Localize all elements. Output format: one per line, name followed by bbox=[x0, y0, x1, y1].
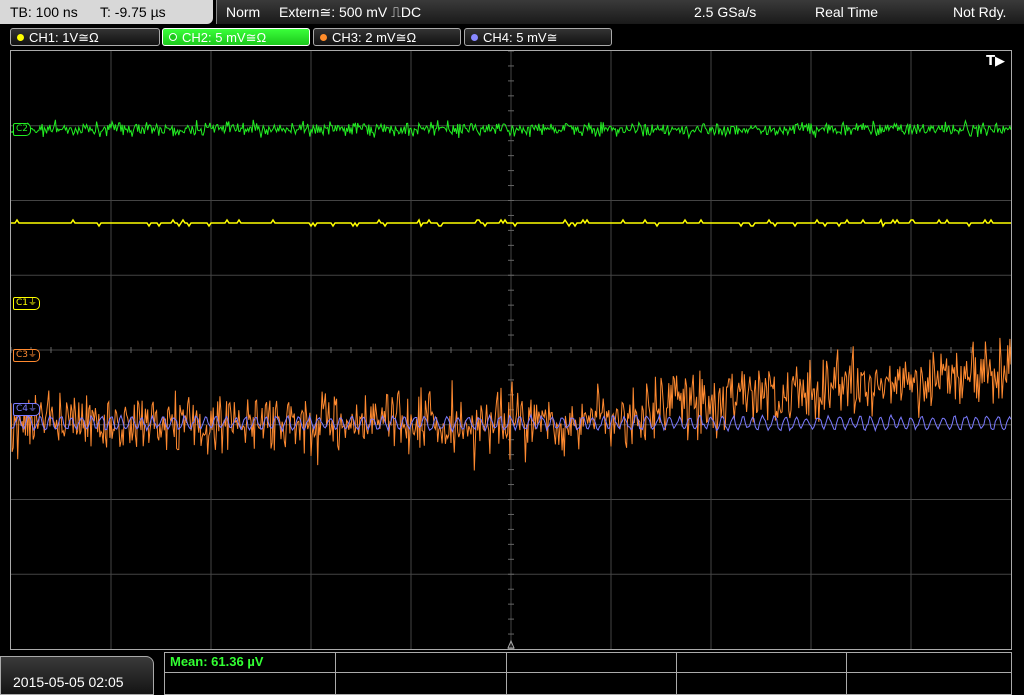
mean-measurement: Mean: 61.36 µV bbox=[170, 654, 264, 669]
measurement-cell[interactable] bbox=[336, 673, 507, 694]
channel-1-button[interactable]: CH1: 1V≅Ω bbox=[10, 28, 160, 46]
measurement-cell[interactable] bbox=[507, 653, 677, 673]
measurement-cell[interactable] bbox=[847, 673, 1011, 694]
acquisition-status: Norm Extern≅: 500 mV ⎍DC 2.5 GSa/s Real … bbox=[216, 0, 1024, 24]
channel-2-dot-icon bbox=[169, 33, 177, 41]
channel-4-button[interactable]: CH4: 5 mV≅ bbox=[464, 28, 612, 46]
measurement-cell[interactable] bbox=[677, 653, 847, 673]
waveform-canvas[interactable] bbox=[11, 51, 1011, 649]
acquisition-mode[interactable]: Real Time bbox=[815, 0, 878, 24]
measurement-cell[interactable] bbox=[677, 673, 847, 694]
trigger-mode[interactable]: Norm bbox=[226, 0, 260, 24]
channel-3-offset-marker[interactable]: C3⏚ bbox=[13, 349, 41, 362]
measurement-cell[interactable] bbox=[336, 653, 507, 673]
acquisition-state: Not Rdy. bbox=[953, 4, 1007, 20]
timebase-panel[interactable]: TB: 100 ns T: -9.75 µs bbox=[0, 0, 213, 24]
measurement-cell[interactable] bbox=[507, 673, 677, 694]
channel-4-label: CH4: 5 mV≅ bbox=[483, 30, 558, 45]
channel-bar: CH1: 1V≅Ω CH2: 5 mV≅Ω CH3: 2 mV≅Ω CH4: 5… bbox=[0, 26, 1024, 48]
timebase-value[interactable]: TB: 100 ns bbox=[10, 0, 78, 24]
datetime-text: 2015-05-05 02:05 bbox=[13, 674, 124, 690]
graticule bbox=[11, 51, 1011, 649]
trigger-offset-value[interactable]: T: -9.75 µs bbox=[100, 0, 166, 24]
status-bar: TB: 100 ns T: -9.75 µs Norm Extern≅: 500… bbox=[0, 0, 1024, 24]
channel-2-label: CH2: 5 mV≅Ω bbox=[182, 30, 267, 45]
channel-3-label: CH3: 2 mV≅Ω bbox=[332, 30, 417, 45]
measurement-table[interactable]: Mean: 61.36 µV bbox=[164, 652, 1012, 695]
measurement-cell[interactable] bbox=[165, 673, 336, 694]
sample-rate[interactable]: 2.5 GSa/s bbox=[694, 0, 756, 24]
trigger-source[interactable]: Extern≅: 500 mV ⎍DC bbox=[279, 0, 421, 24]
channel-3-dot-icon bbox=[320, 34, 327, 41]
channel-2-button[interactable]: CH2: 5 mV≅Ω bbox=[162, 28, 310, 46]
channel-4-dot-icon bbox=[471, 34, 478, 41]
channel-4-offset-marker[interactable]: C4⏚ bbox=[13, 403, 41, 416]
channel-1-label: CH1: 1V≅Ω bbox=[29, 30, 99, 45]
measurement-cell[interactable] bbox=[847, 653, 1011, 673]
channel-3-button[interactable]: CH3: 2 mV≅Ω bbox=[313, 28, 461, 46]
channel-1-dot-icon bbox=[17, 34, 24, 41]
measurement-cell-mean[interactable]: Mean: 61.36 µV bbox=[165, 653, 336, 673]
channel-1-offset-marker[interactable]: C1⏚ bbox=[13, 297, 41, 310]
channel-2-offset-marker[interactable]: C2 bbox=[13, 123, 32, 136]
waveform-display[interactable]: C2 C1⏚ C3⏚ C4⏚ T▶ bbox=[10, 50, 1012, 650]
trigger-position-marker[interactable]: T▶ bbox=[986, 54, 1005, 69]
datetime-panel: 2015-05-05 02:05 bbox=[0, 656, 154, 695]
